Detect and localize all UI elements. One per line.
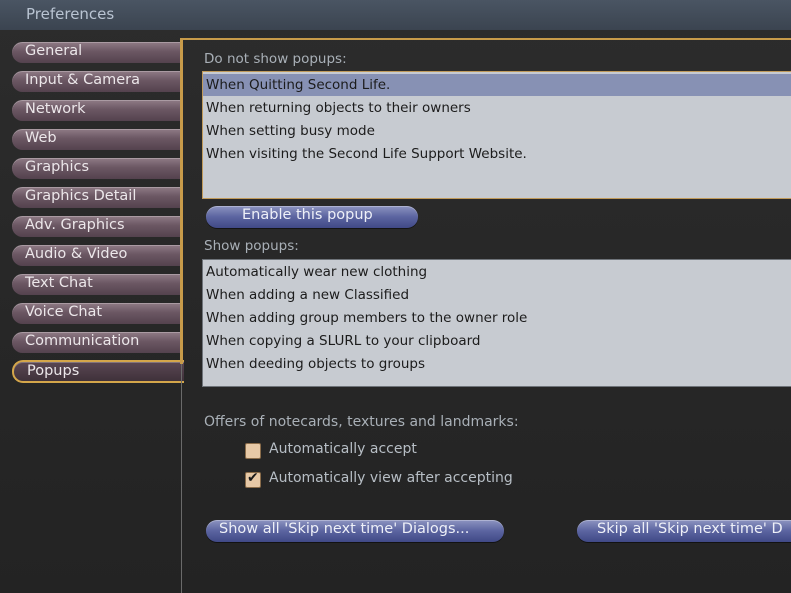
shown-popups-label: Show popups: [204, 238, 299, 254]
panel-frame-top [180, 38, 791, 40]
enable-popup-button[interactable]: Enable this popup [206, 206, 418, 228]
list-item[interactable]: When visiting the Second Life Support We… [203, 143, 791, 165]
tab-network[interactable]: Network [12, 100, 182, 121]
checkmark-icon: ✔ [247, 470, 259, 486]
auto-view-checkbox[interactable]: ✔ [245, 470, 261, 488]
tab-label: Text Chat [25, 275, 93, 291]
button-label: Show all 'Skip next time' Dialogs... [219, 521, 470, 537]
shown-popups-list[interactable]: Automatically wear new clothing When add… [202, 259, 791, 387]
button-label: Skip all 'Skip next time' D [597, 521, 783, 537]
tab-label: Web [25, 130, 57, 146]
tab-label: Popups [27, 363, 80, 379]
tab-communication[interactable]: Communication [12, 332, 182, 353]
tab-voice-chat[interactable]: Voice Chat [12, 303, 182, 324]
auto-view-label: Automatically view after accepting [269, 470, 513, 486]
auto-view-row[interactable]: ✔ Automatically view after accepting [245, 470, 565, 490]
hidden-popups-label: Do not show popups: [204, 51, 347, 67]
tab-adv-graphics[interactable]: Adv. Graphics [12, 216, 182, 237]
skip-all-dialogs-button[interactable]: Skip all 'Skip next time' D [577, 520, 791, 542]
tab-label: Input & Camera [25, 72, 140, 88]
list-item[interactable]: When deeding objects to groups [203, 353, 791, 375]
tab-audio-video[interactable]: Audio & Video [12, 245, 182, 266]
list-item[interactable]: When Quitting Second Life. [203, 74, 791, 96]
tab-label: Graphics [25, 159, 90, 175]
list-item[interactable]: When setting busy mode [203, 120, 791, 142]
tab-label: Graphics Detail [25, 188, 137, 204]
tab-popups[interactable]: Popups [12, 360, 184, 383]
list-item-partial[interactable]: — — — — — [203, 376, 791, 386]
panel-divider [181, 364, 182, 593]
auto-accept-label: Automatically accept [269, 441, 417, 457]
preferences-window: Preferences General Input & Camera Netwo… [0, 0, 791, 593]
tab-label: Audio & Video [25, 246, 128, 262]
auto-accept-row[interactable]: Automatically accept [245, 441, 545, 461]
tab-label: Voice Chat [25, 304, 103, 320]
tab-general[interactable]: General [12, 42, 182, 63]
list-item[interactable]: When copying a SLURL to your clipboard [203, 330, 791, 352]
list-item[interactable]: When adding group members to the owner r… [203, 307, 791, 329]
offers-label: Offers of notecards, textures and landma… [204, 414, 519, 430]
tab-label: Adv. Graphics [25, 217, 125, 233]
list-item[interactable]: When adding a new Classified [203, 284, 791, 306]
window-title: Preferences [26, 5, 115, 23]
show-all-dialogs-button[interactable]: Show all 'Skip next time' Dialogs... [206, 520, 504, 542]
tab-label: General [25, 43, 83, 59]
tab-graphics[interactable]: Graphics [12, 158, 182, 179]
sidebar: General Input & Camera Network Web Graph… [0, 36, 184, 593]
button-label: Enable this popup [242, 207, 373, 223]
tab-graphics-detail[interactable]: Graphics Detail [12, 187, 182, 208]
title-bar[interactable]: Preferences [0, 0, 791, 30]
tab-label: Network [25, 101, 86, 117]
hidden-popups-list[interactable]: When Quitting Second Life. When returnin… [202, 71, 791, 199]
tab-text-chat[interactable]: Text Chat [12, 274, 182, 295]
tab-label: Communication [25, 333, 140, 349]
list-item[interactable]: Automatically wear new clothing [203, 261, 791, 283]
auto-accept-checkbox[interactable] [245, 443, 261, 459]
list-item[interactable]: When returning objects to their owners [203, 97, 791, 119]
panel-frame-left [180, 38, 183, 364]
tab-web[interactable]: Web [12, 129, 182, 150]
tab-input-camera[interactable]: Input & Camera [12, 71, 182, 92]
